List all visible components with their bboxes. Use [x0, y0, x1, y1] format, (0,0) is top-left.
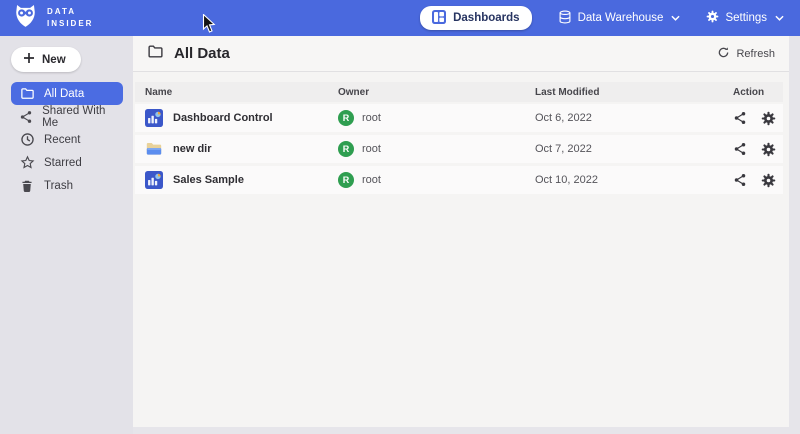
brand-logo[interactable]: DATA INSIDER — [12, 2, 93, 34]
sidebar-item-label: Recent — [44, 134, 80, 146]
sidebar-item-label: All Data — [44, 88, 84, 100]
nav-data-warehouse[interactable]: Data Warehouse — [558, 10, 681, 27]
sidebar-item-shared-with-me[interactable]: Shared With Me — [11, 105, 123, 128]
owner-name: root — [362, 143, 381, 155]
page-title: All Data — [174, 45, 230, 62]
share-icon[interactable] — [733, 142, 747, 156]
file-name[interactable]: Dashboard Control — [173, 112, 273, 124]
brand-name: DATA INSIDER — [47, 6, 93, 30]
sidebar-nav: All Data Shared With Me — [11, 82, 123, 197]
share-icon[interactable] — [733, 111, 747, 125]
gear-icon — [706, 10, 719, 26]
share-icon[interactable] — [733, 173, 747, 187]
last-modified-date: Oct 6, 2022 — [525, 112, 723, 124]
folder-file-icon — [145, 140, 163, 158]
chevron-down-icon — [775, 15, 784, 21]
owner-name: root — [362, 174, 381, 186]
top-nav-links: Dashboards Data Warehouse — [420, 6, 784, 30]
settings-label: Settings — [725, 12, 767, 24]
sidebar-item-trash[interactable]: Trash — [11, 174, 123, 197]
sidebar-item-label: Trash — [44, 180, 73, 192]
dashboard-file-icon — [145, 171, 163, 189]
folder-icon — [19, 86, 35, 101]
column-header-last-modified[interactable]: Last Modified — [525, 87, 723, 98]
sidebar-item-label: Starred — [44, 157, 82, 169]
column-header-name[interactable]: Name — [135, 87, 328, 98]
dashboards-label: Dashboards — [453, 12, 519, 24]
database-icon — [558, 10, 572, 27]
owner-name: root — [362, 112, 381, 124]
gear-icon[interactable] — [761, 111, 776, 126]
owner-avatar: R — [338, 141, 354, 157]
column-header-action: Action — [723, 87, 783, 98]
main-header: All Data Refresh — [133, 36, 789, 72]
new-button-label: New — [42, 54, 66, 66]
last-modified-date: Oct 7, 2022 — [525, 143, 723, 155]
table-row[interactable]: new dir R root Oct 7, 2022 — [135, 135, 783, 163]
main-panel: All Data Refresh Name Owner — [133, 36, 789, 427]
folder-icon — [147, 43, 164, 65]
gear-icon[interactable] — [761, 173, 776, 188]
file-list-area: Name Owner Last Modified Action — [133, 72, 789, 427]
dashboards-button[interactable]: Dashboards — [420, 6, 531, 30]
owner-avatar: R — [338, 110, 354, 126]
share-icon — [19, 110, 33, 124]
refresh-label: Refresh — [736, 48, 775, 60]
sidebar-item-starred[interactable]: Starred — [11, 151, 123, 174]
column-header-owner[interactable]: Owner — [328, 87, 525, 98]
file-name[interactable]: new dir — [173, 143, 212, 155]
sidebar-item-recent[interactable]: Recent — [11, 128, 123, 151]
data-warehouse-label: Data Warehouse — [578, 12, 664, 24]
clock-icon — [19, 132, 35, 147]
table-row[interactable]: Dashboard Control R root Oct 6, 2022 — [135, 104, 783, 132]
trash-icon — [19, 179, 35, 193]
owl-logo-icon — [12, 2, 39, 34]
sidebar-item-all-data[interactable]: All Data — [11, 82, 123, 105]
sidebar: New All Data — [0, 36, 133, 434]
dashboard-grid-icon — [432, 10, 446, 27]
plus-icon — [23, 52, 35, 67]
last-modified-date: Oct 10, 2022 — [525, 174, 723, 186]
table-header-row: Name Owner Last Modified Action — [135, 82, 783, 102]
sidebar-item-label: Shared With Me — [42, 105, 115, 129]
refresh-icon — [717, 46, 730, 62]
table-row[interactable]: Sales Sample R root Oct 10, 2022 — [135, 166, 783, 194]
dashboard-file-icon — [145, 109, 163, 127]
owner-avatar: R — [338, 172, 354, 188]
top-navigation-bar: DATA INSIDER Dashboards — [0, 0, 800, 36]
new-button[interactable]: New — [11, 47, 81, 72]
app-window: DATA INSIDER Dashboards — [0, 0, 800, 434]
file-name[interactable]: Sales Sample — [173, 174, 244, 186]
chevron-down-icon — [671, 15, 680, 21]
star-icon — [19, 155, 35, 170]
gear-icon[interactable] — [761, 142, 776, 157]
nav-settings[interactable]: Settings — [706, 10, 784, 26]
refresh-button[interactable]: Refresh — [717, 46, 775, 62]
